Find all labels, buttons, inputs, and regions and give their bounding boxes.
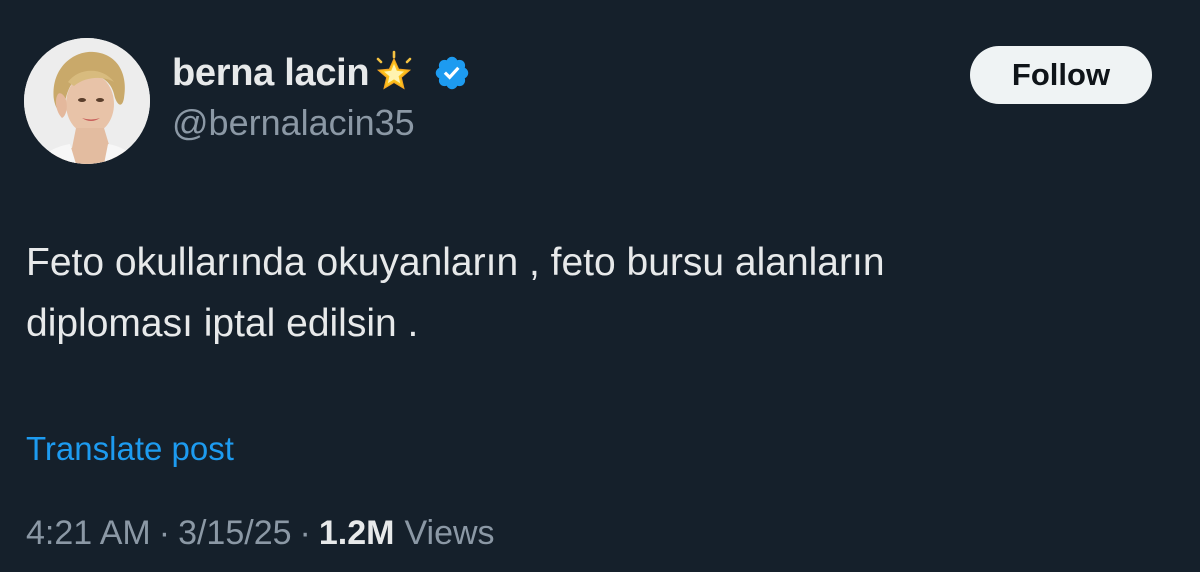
post-time[interactable]: 4:21 AM [26, 514, 151, 553]
post-text: Feto okullarında okuyanların , feto burs… [26, 232, 1176, 354]
avatar-photo [24, 38, 150, 164]
post-text-line: Feto okullarında okuyanların , feto burs… [26, 241, 885, 284]
glowing-star-icon [371, 50, 417, 96]
views-count[interactable]: 1.2M [319, 514, 395, 553]
post-date[interactable]: 3/15/25 [178, 514, 291, 553]
views-label: Views [404, 514, 495, 552]
post-text-line: diploması iptal edilsin . [26, 302, 419, 345]
verified-badge-icon[interactable] [433, 54, 471, 92]
post-meta: 4:21 AM · 3/15/25 · 1.2M Views [26, 514, 495, 553]
meta-separator: · [299, 514, 311, 552]
avatar[interactable] [24, 38, 150, 164]
author-handle[interactable]: @bernalacin35 [172, 102, 415, 144]
follow-button[interactable]: Follow [970, 46, 1152, 104]
author-name-row: berna lacin [172, 48, 471, 98]
display-name[interactable]: berna lacin [172, 52, 370, 95]
tweet-card: berna lacin @bernalacin35 Follow Feto ok… [0, 0, 1200, 572]
meta-separator: · [158, 514, 171, 552]
translate-post-link[interactable]: Translate post [26, 430, 234, 468]
